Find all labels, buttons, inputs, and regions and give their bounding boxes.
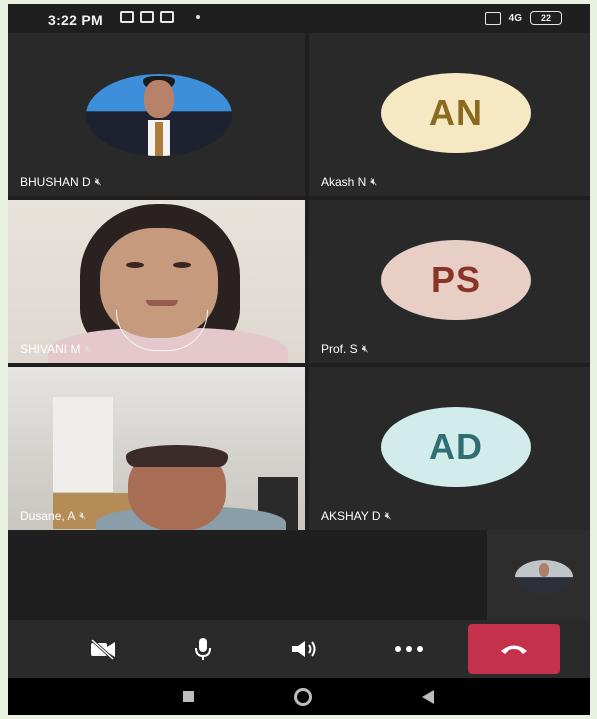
participant-name-row: SHIVANI M 🔇︎ [20,342,91,356]
teams-call-screen: 3:22 PM 4G 22 BHUSHAN D 🔇︎ AN Akash N 🔇︎… [8,4,590,715]
notification-icons [120,11,200,23]
self-avatar [515,560,573,594]
participant-name: Prof. S [321,342,358,356]
signal-icon: 4G [508,12,522,24]
back-icon [422,689,434,704]
avatar-initials: AD [381,407,531,487]
message-notification-icon [140,11,154,23]
participant-tile[interactable]: AD AKSHAY D 🔇︎ [309,367,590,530]
end-call-icon [501,645,527,654]
home-icon [294,687,312,706]
participant-tile[interactable]: AN Akash N 🔇︎ [309,33,590,196]
participant-name: SHIVANI M [20,342,81,356]
participant-name-row: Dusane, A 🔇︎ [20,509,86,523]
status-bar: 3:22 PM 4G 22 [8,4,590,34]
participant-tile[interactable]: Dusane, A 🔇︎ [8,367,305,530]
video-feed [8,200,305,363]
speaker-icon [292,641,316,657]
participant-tile[interactable]: PS Prof. S 🔇︎ [309,200,590,363]
participant-name: AKSHAY D [321,509,381,523]
recent-apps-icon [182,691,194,702]
participant-name-row: Prof. S 🔇︎ [321,342,369,356]
more-notifications-icon [196,15,200,19]
clock: 3:22 PM [48,12,104,28]
participant-tile[interactable]: SHIVANI M 🔇︎ [8,200,305,363]
mic-off-icon: 🔇︎ [384,509,392,522]
volte-icon [484,11,501,25]
speaker-button[interactable] [270,624,340,674]
participant-name: Akash N [321,175,367,189]
home-button[interactable] [273,678,333,715]
mic-off-icon: 🔇︎ [84,342,92,355]
camera-toggle-button[interactable] [68,624,138,674]
mic-off-icon: 🔇︎ [79,509,87,522]
camera-off-icon [90,638,115,660]
mic-off-icon: 🔇︎ [370,175,378,188]
mic-off-icon: 🔇︎ [361,342,369,355]
avatar [86,74,232,156]
participant-name: Dusane, A [20,509,76,523]
avatar-initials: AN [381,73,531,153]
system-icons: 4G 22 [484,11,562,25]
participant-name: BHUSHAN D [20,175,91,189]
recent-apps-button[interactable] [158,678,218,715]
microphone-icon [195,638,211,660]
participant-name-row: Akash N 🔇︎ [321,175,377,189]
end-call-button[interactable] [468,624,560,674]
call-controls [8,620,590,678]
participant-name-row: AKSHAY D 🔇︎ [321,509,392,523]
system-navigation-bar [8,678,590,715]
more-icon [395,646,423,652]
microphone-button[interactable] [168,624,238,674]
video-feed [8,367,305,530]
more-options-button[interactable] [374,624,444,674]
teams-notification-icon [120,11,134,23]
participant-name-row: BHUSHAN D 🔇︎ [20,175,102,189]
back-button[interactable] [398,678,458,715]
battery-icon: 22 [530,11,562,25]
avatar-initials: PS [381,240,531,320]
self-view[interactable] [487,530,590,620]
app-notification-icon [160,11,174,23]
participant-tile[interactable]: BHUSHAN D 🔇︎ [8,33,305,196]
mic-off-icon: 🔇︎ [94,175,102,188]
